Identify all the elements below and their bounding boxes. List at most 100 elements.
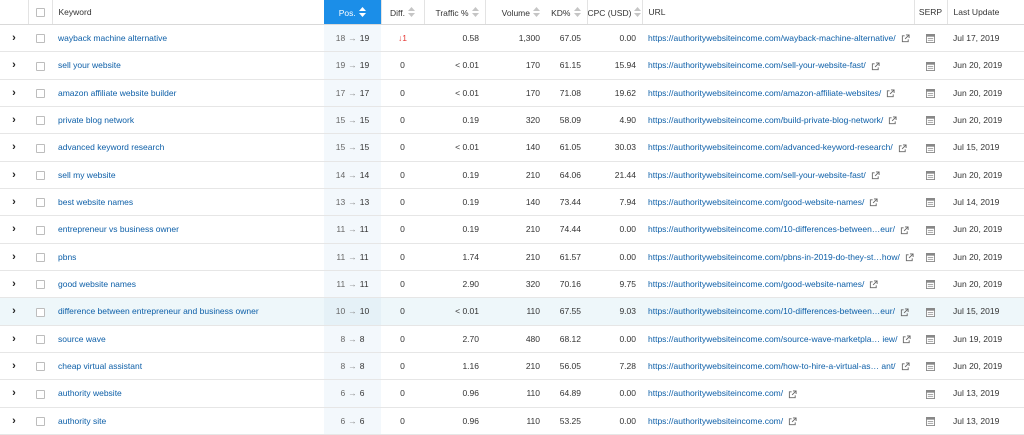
row-checkbox[interactable] — [35, 334, 45, 344]
external-link-icon[interactable] — [788, 417, 797, 426]
row-checkbox[interactable] — [35, 307, 45, 317]
row-checkbox[interactable] — [35, 34, 45, 44]
row-checkbox[interactable] — [35, 170, 45, 180]
serp-snapshot-icon[interactable] — [926, 225, 935, 235]
row-checkbox[interactable] — [35, 362, 45, 372]
row-checkbox[interactable] — [35, 88, 45, 98]
column-header-kd[interactable]: KD% — [546, 0, 587, 25]
keyword-link[interactable]: authority site — [58, 416, 106, 426]
chevron-right-icon[interactable]: › — [12, 333, 16, 345]
chevron-right-icon[interactable]: › — [12, 114, 16, 126]
external-link-icon[interactable] — [900, 226, 909, 235]
column-header-volume[interactable]: Volume — [484, 0, 546, 25]
cpc-cell: 7.28 — [587, 352, 642, 381]
keyword-link[interactable]: advanced keyword research — [58, 142, 164, 152]
chevron-right-icon[interactable]: › — [12, 59, 16, 71]
row-checkbox[interactable] — [35, 252, 45, 262]
column-header-cpc[interactable]: CPC (USD) — [586, 0, 642, 25]
chevron-right-icon[interactable]: › — [12, 141, 16, 153]
row-checkbox[interactable] — [35, 225, 45, 235]
url-link[interactable]: https://authoritywebsiteincome.com/sell-… — [648, 60, 866, 70]
chevron-right-icon[interactable]: › — [12, 415, 16, 427]
column-header-diff[interactable]: Diff. — [380, 0, 424, 25]
serp-snapshot-icon[interactable] — [926, 170, 935, 180]
keyword-link[interactable]: authority website — [58, 388, 122, 398]
keyword-link[interactable]: best website names — [58, 197, 133, 207]
serp-snapshot-icon[interactable] — [926, 88, 935, 98]
row-checkbox[interactable] — [35, 198, 45, 208]
row-checkbox[interactable] — [35, 389, 45, 399]
chevron-right-icon[interactable]: › — [12, 32, 16, 44]
url-link[interactable]: https://authoritywebsiteincome.com/10-di… — [648, 224, 895, 234]
chevron-right-icon[interactable]: › — [12, 87, 16, 99]
chevron-right-icon[interactable]: › — [12, 169, 16, 181]
row-checkbox[interactable] — [35, 61, 45, 71]
chevron-right-icon[interactable]: › — [12, 223, 16, 235]
keyword-link[interactable]: cheap virtual assistant — [58, 361, 142, 371]
url-link[interactable]: https://authoritywebsiteincome.com/10-di… — [648, 306, 895, 316]
url-link[interactable]: https://authoritywebsiteincome.com/pbns-… — [648, 252, 900, 262]
url-link[interactable]: https://authoritywebsiteincome.com/build… — [648, 115, 883, 125]
column-header-pos[interactable]: Pos. — [324, 0, 381, 25]
external-link-icon[interactable] — [869, 280, 878, 289]
column-header-traffic[interactable]: Traffic % — [423, 0, 485, 25]
external-link-icon[interactable] — [871, 171, 880, 180]
url-link[interactable]: https://authoritywebsiteincome.com/wayba… — [648, 33, 896, 43]
keyword-link[interactable]: source wave — [58, 334, 106, 344]
external-link-icon[interactable] — [871, 62, 880, 71]
chevron-right-icon[interactable]: › — [12, 196, 16, 208]
chevron-right-icon[interactable]: › — [12, 305, 16, 317]
external-link-icon[interactable] — [888, 116, 897, 125]
select-all-checkbox[interactable] — [35, 8, 45, 18]
chevron-right-icon[interactable]: › — [12, 387, 16, 399]
column-header-keyword[interactable]: Keyword — [51, 0, 324, 25]
serp-snapshot-icon[interactable] — [926, 389, 935, 399]
keyword-link[interactable]: good website names — [58, 279, 136, 289]
serp-snapshot-icon[interactable] — [926, 362, 935, 372]
external-link-icon[interactable] — [788, 389, 797, 399]
serp-snapshot-icon[interactable] — [926, 34, 935, 44]
external-link-icon[interactable] — [901, 362, 910, 371]
serp-snapshot-icon[interactable] — [926, 198, 935, 208]
keyword-link[interactable]: pbns — [58, 252, 76, 262]
serp-snapshot-icon[interactable] — [926, 416, 935, 426]
url-link[interactable]: https://authoritywebsiteincome.com/ — [648, 388, 783, 398]
row-checkbox[interactable] — [35, 416, 45, 426]
external-link-icon[interactable] — [902, 335, 911, 344]
keyword-link[interactable]: difference between entrepreneur and busi… — [58, 306, 259, 316]
column-header-last-update[interactable]: Last Update — [946, 0, 1024, 25]
external-link-icon[interactable] — [905, 253, 914, 262]
url-link[interactable]: https://authoritywebsiteincome.com/how-t… — [648, 361, 896, 371]
url-link[interactable]: https://authoritywebsiteincome.com/advan… — [648, 142, 893, 152]
keyword-link[interactable]: sell your website — [58, 60, 121, 70]
chevron-right-icon[interactable]: › — [12, 278, 16, 290]
external-link-icon[interactable] — [886, 89, 895, 98]
serp-snapshot-icon[interactable] — [926, 143, 935, 153]
keyword-link[interactable]: private blog network — [58, 115, 134, 125]
serp-snapshot-icon[interactable] — [926, 307, 935, 317]
external-link-icon[interactable] — [869, 198, 878, 207]
keyword-link[interactable]: entrepreneur vs business owner — [58, 224, 179, 234]
url-link[interactable]: https://authoritywebsiteincome.com/sell-… — [648, 170, 866, 180]
url-link[interactable]: https://authoritywebsiteincome.com/ — [648, 416, 783, 426]
row-checkbox[interactable] — [35, 280, 45, 290]
external-link-icon[interactable] — [898, 144, 907, 153]
serp-snapshot-icon[interactable] — [926, 116, 935, 126]
chevron-right-icon[interactable]: › — [12, 360, 16, 372]
serp-snapshot-icon[interactable] — [926, 61, 935, 71]
url-link[interactable]: https://authoritywebsiteincome.com/good-… — [648, 279, 864, 289]
keyword-link[interactable]: amazon affiliate website builder — [58, 88, 176, 98]
url-link[interactable]: https://authoritywebsiteincome.com/amazo… — [648, 88, 881, 98]
external-link-icon[interactable] — [901, 34, 910, 43]
chevron-right-icon[interactable]: › — [12, 251, 16, 263]
url-link[interactable]: https://authoritywebsiteincome.com/sourc… — [648, 334, 897, 344]
keyword-link[interactable]: sell my website — [58, 170, 116, 180]
url-link[interactable]: https://authoritywebsiteincome.com/good-… — [648, 197, 864, 207]
serp-snapshot-icon[interactable] — [926, 334, 935, 344]
serp-snapshot-icon[interactable] — [926, 280, 935, 290]
row-checkbox[interactable] — [35, 116, 45, 126]
row-checkbox[interactable] — [35, 143, 45, 153]
keyword-link[interactable]: wayback machine alternative — [58, 33, 167, 43]
serp-snapshot-icon[interactable] — [926, 252, 935, 262]
external-link-icon[interactable] — [900, 308, 909, 317]
